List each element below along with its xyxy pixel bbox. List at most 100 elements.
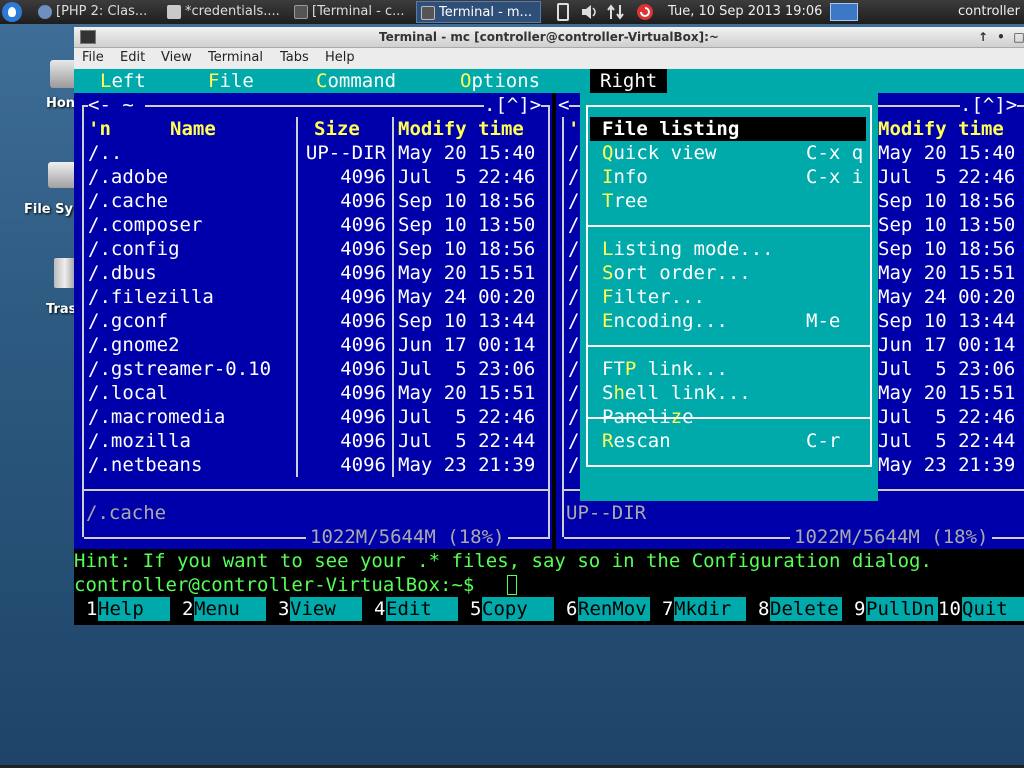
task-credentials[interactable]: *credentials.... xyxy=(163,1,285,23)
file-name[interactable]: /.config xyxy=(88,237,180,261)
right-file-name[interactable]: / xyxy=(568,453,579,477)
file-name[interactable]: /.macromedia xyxy=(88,405,225,429)
menu-file[interactable]: File xyxy=(82,48,104,68)
file-name[interactable]: /.local xyxy=(88,381,168,405)
fkey-view-button[interactable]: View xyxy=(290,597,362,621)
file-name[interactable]: /.dbus xyxy=(88,261,157,285)
dropdown-item[interactable]: Rescan C-r xyxy=(590,429,866,453)
task-terminal-c[interactable]: [Terminal - c... xyxy=(290,1,412,23)
right-panel-border-left xyxy=(562,105,564,537)
dropdown-item[interactable]: File listing xyxy=(590,117,866,141)
dropdown-item[interactable]: Info C-x i xyxy=(590,165,866,189)
file-name[interactable]: /.filezilla xyxy=(88,285,214,309)
workspace-switcher[interactable] xyxy=(830,3,858,21)
right-panel-history-button[interactable]: .[^]> xyxy=(960,93,1018,117)
clock[interactable]: Tue, 10 Sep 2013 19:06 xyxy=(668,0,822,24)
dropdown-item-text: Paneli xyxy=(602,406,671,428)
right-file-name[interactable]: / xyxy=(568,141,579,165)
right-file-modify-time: Jul 5 22:46 xyxy=(878,406,1016,428)
applications-menu-icon[interactable] xyxy=(2,2,22,22)
left-panel-status: /.cache xyxy=(86,502,167,524)
right-file-name[interactable]: / xyxy=(568,357,579,381)
dropdown-item-text: ort order... xyxy=(613,262,751,284)
file-name[interactable]: /.gconf xyxy=(88,309,168,333)
file-size: 4096 xyxy=(340,166,386,188)
fkey-renmov-button[interactable]: RenMov xyxy=(578,597,650,621)
terminal-screen[interactable]: Left File Command Options Right <- ~ .[^… xyxy=(74,69,1024,625)
window-titlebar[interactable]: Terminal - mc [controller@controller-Vir… xyxy=(74,27,1024,48)
dropdown-item[interactable]: Filter... xyxy=(590,285,866,309)
right-file-name[interactable]: / xyxy=(568,405,579,429)
file-name[interactable]: /.adobe xyxy=(88,165,168,189)
file-name[interactable]: /.gstreamer-0.10 xyxy=(88,357,271,381)
menu-tabs[interactable]: Tabs xyxy=(280,48,309,68)
update-icon[interactable] xyxy=(636,3,654,21)
dropdown-item[interactable]: Sort order... xyxy=(590,261,866,285)
mc-menu-right[interactable]: Right xyxy=(590,69,668,93)
menu-help[interactable]: Help xyxy=(325,48,355,68)
mc-menu-command[interactable]: Command xyxy=(316,69,396,93)
dropdown-item[interactable]: Tree xyxy=(590,189,866,213)
task-php[interactable]: [PHP 2: Clas... xyxy=(34,1,156,23)
fkey-pulldn-button[interactable]: PullDn xyxy=(866,597,938,621)
file-name[interactable]: /.netbeans xyxy=(88,453,202,477)
right-col-header-modify-time[interactable]: Modify time xyxy=(878,117,1004,141)
left-panel-history-button[interactable]: .[^]> xyxy=(484,93,542,117)
mc-menu-left[interactable]: Left xyxy=(100,69,146,93)
file-name[interactable]: /.gnome2 xyxy=(88,333,180,357)
battery-icon[interactable] xyxy=(557,3,569,21)
user-menu[interactable]: controller xyxy=(958,0,1020,24)
menu-terminal[interactable]: Terminal xyxy=(208,48,263,68)
shell-prompt[interactable]: controller@controller-VirtualBox:~$ xyxy=(74,573,1024,597)
window-menu-arrow-icon[interactable]: ↑ xyxy=(974,27,992,47)
file-name[interactable]: /.. xyxy=(88,141,122,165)
col-header-name[interactable]: Name xyxy=(170,117,216,141)
right-file-name[interactable]: / xyxy=(568,189,579,213)
mc-menu-file[interactable]: File xyxy=(208,69,254,93)
dropdown-item[interactable]: FTP link... xyxy=(590,357,866,381)
dropdown-item[interactable]: Quick view C-x q xyxy=(590,141,866,165)
fkey-mkdir-button[interactable]: Mkdir xyxy=(674,597,746,621)
file-name[interactable]: /.mozilla xyxy=(88,429,191,453)
fkey-copy-button[interactable]: Copy xyxy=(482,597,554,621)
sort-indicator[interactable]: 'n xyxy=(88,117,111,141)
dropdown-item[interactable]: Panelize xyxy=(590,405,866,429)
fkey-menu-button[interactable]: Menu xyxy=(194,597,266,621)
left-panel-path[interactable]: <- ~ xyxy=(88,93,146,117)
right-file-name[interactable]: / xyxy=(568,237,579,261)
menu-view[interactable]: View xyxy=(161,48,192,68)
file-name[interactable]: /.composer xyxy=(88,213,202,237)
right-file-name[interactable]: / xyxy=(568,261,579,285)
fkey-help-button[interactable]: Help xyxy=(98,597,170,621)
terminal-window[interactable]: Terminal - mc [controller@controller-Vir… xyxy=(74,27,1024,625)
dropdown-item[interactable]: Listing mode... xyxy=(590,237,866,261)
minimize-icon[interactable]: • xyxy=(992,27,1010,47)
right-file-name[interactable]: / xyxy=(568,213,579,237)
text-cursor xyxy=(507,575,517,595)
col-header-modify-time[interactable]: Modify time xyxy=(398,117,524,141)
task-label: [Terminal - c... xyxy=(312,4,405,19)
right-panel-path[interactable]: < xyxy=(558,93,570,117)
dropdown-item[interactable]: Shell link... xyxy=(590,381,866,405)
right-file-name[interactable]: / xyxy=(568,333,579,357)
volume-icon[interactable] xyxy=(580,3,600,21)
maximize-icon[interactable]: □ xyxy=(1010,27,1024,47)
fkey-delete-button[interactable]: Delete xyxy=(770,597,842,621)
fkey-quit-button[interactable]: Quit xyxy=(962,597,1024,621)
right-sort-indicator[interactable]: ' xyxy=(568,117,579,141)
right-file-name[interactable]: / xyxy=(568,165,579,189)
network-icon[interactable] xyxy=(606,3,626,21)
task-terminal-mc[interactable]: Terminal - m... xyxy=(416,1,541,23)
right-file-name[interactable]: / xyxy=(568,429,579,453)
col-header-size[interactable]: Size xyxy=(314,117,360,141)
right-file-name[interactable]: / xyxy=(568,381,579,405)
right-file-name[interactable]: / xyxy=(568,285,579,309)
file-name[interactable]: /.cache xyxy=(88,189,168,213)
right-file-name[interactable]: / xyxy=(568,309,579,333)
mc-menu-options[interactable]: Options xyxy=(460,69,540,93)
dropdown-item[interactable]: Encoding... M-e xyxy=(590,309,866,333)
dropdown-item-shortcut: C-x q xyxy=(806,142,864,164)
fkey-number: 8 xyxy=(758,597,770,621)
menu-edit[interactable]: Edit xyxy=(120,48,145,68)
fkey-edit-button[interactable]: Edit xyxy=(386,597,458,621)
